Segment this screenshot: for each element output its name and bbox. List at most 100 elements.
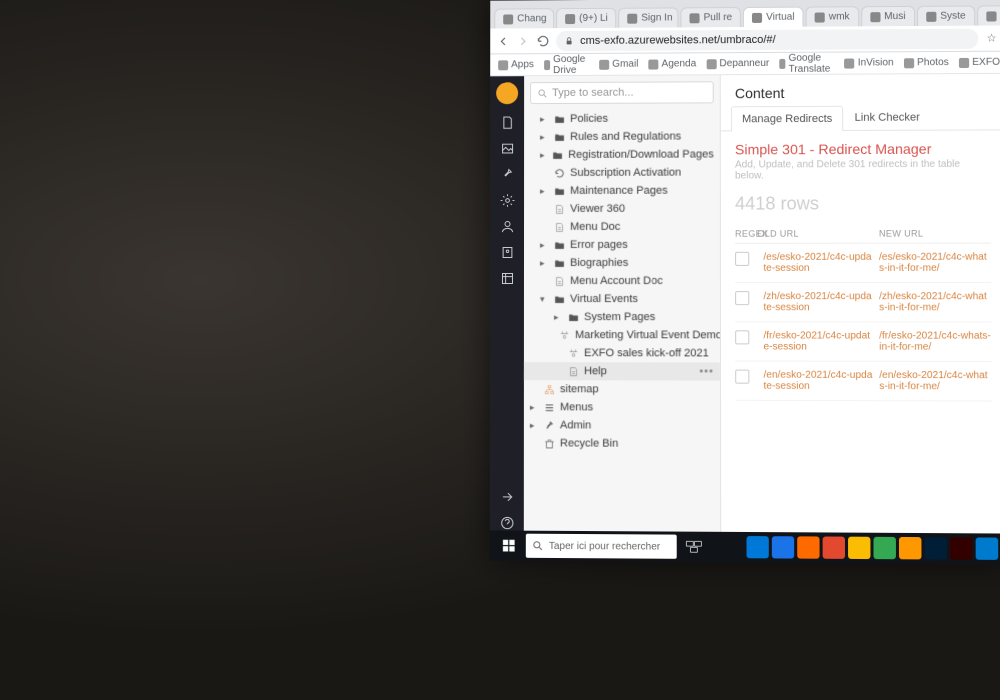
tree-node[interactable]: Subscription Activation: [524, 163, 720, 182]
caret-icon[interactable]: ▸: [530, 402, 538, 413]
laptop-screen: Chang(9+) LiSign InPull reVirtualwmkMusi…: [490, 0, 1000, 564]
tab-link-checker[interactable]: Link Checker: [843, 104, 931, 130]
settings-section-icon[interactable]: [499, 166, 515, 182]
taskbar-app-icon[interactable]: [924, 537, 947, 559]
browser-tab[interactable]: Chang: [494, 8, 554, 28]
bookmark-item[interactable]: EXFO: [959, 57, 1000, 68]
bookmark-item[interactable]: Google Translate: [779, 52, 834, 74]
browser-tab[interactable]: (9+) Li: [556, 8, 616, 28]
tab-manage-redirects[interactable]: Manage Redirects: [731, 106, 844, 132]
tree-node[interactable]: ▸Menus: [524, 398, 720, 417]
content-section-icon[interactable]: [499, 114, 515, 130]
tree-node[interactable]: sitemap: [524, 380, 720, 399]
members-section-icon[interactable]: [499, 244, 515, 260]
browser-tab[interactable]: Pull re: [680, 7, 740, 27]
bookmark-item[interactable]: Agenda: [648, 58, 696, 69]
back-icon[interactable]: [496, 34, 510, 48]
tree-node[interactable]: ▸Rules and Regulations: [524, 127, 720, 146]
developer-section-icon[interactable]: [499, 192, 515, 208]
tree-node[interactable]: ▸Policies: [524, 109, 720, 128]
tree-node[interactable]: ▸ System Pages: [524, 308, 720, 326]
tree-node[interactable]: EXFO sales kick-off 2021: [524, 344, 720, 362]
caret-icon[interactable]: ▸: [540, 149, 547, 160]
row-checkbox[interactable]: [735, 330, 749, 344]
tree-node[interactable]: Menu Account Doc: [524, 272, 720, 290]
taskbar-app-icon[interactable]: [797, 536, 819, 558]
folder-icon: [553, 131, 565, 143]
caret-icon[interactable]: ▾: [540, 294, 548, 305]
users-section-icon[interactable]: [499, 218, 515, 234]
event-icon: [567, 347, 579, 359]
tree-node-label: Admin: [560, 419, 591, 431]
caret-icon[interactable]: ▸: [540, 257, 548, 268]
taskbar-app-icon[interactable]: [950, 537, 973, 559]
row-checkbox[interactable]: [735, 370, 749, 384]
bookmark-item[interactable]: Gmail: [599, 59, 638, 70]
tree-node[interactable]: ▸Error pages: [524, 236, 720, 254]
content-subtabs: Manage Redirects Link Checker: [721, 104, 1000, 131]
tree-node[interactable]: Menu Doc: [524, 218, 720, 236]
table-row[interactable]: /en/esko-2021/c4c-update-session/en/esko…: [735, 362, 991, 402]
table-row[interactable]: /fr/esko-2021/c4c-update-session/fr/esko…: [735, 322, 991, 362]
taskbar-app-icon[interactable]: [976, 537, 999, 559]
caret-icon[interactable]: ▸: [540, 185, 548, 196]
caret-icon[interactable]: ▸: [554, 312, 562, 323]
taskbar-search[interactable]: Taper ici pour rechercher: [526, 534, 677, 559]
taskbar-app-icon[interactable]: [899, 537, 922, 559]
taskbar-app-icon[interactable]: [772, 536, 794, 558]
tree-node[interactable]: Help•••: [524, 362, 720, 381]
search-icon: [532, 540, 544, 552]
row-checkbox[interactable]: [735, 252, 749, 266]
tree-node-label: System Pages: [584, 311, 655, 323]
help-icon[interactable]: [499, 514, 515, 530]
star-icon[interactable]: ☆: [984, 31, 998, 45]
table-row[interactable]: /es/esko-2021/c4c-update-session/es/esko…: [735, 244, 991, 283]
forms-section-icon[interactable]: [499, 270, 515, 286]
task-view-icon[interactable]: [679, 532, 709, 562]
browser-tab[interactable]: Mor: [977, 5, 1000, 25]
row-checkbox[interactable]: [735, 291, 749, 305]
col-new-url: NEW URL: [879, 228, 991, 238]
content-pane: Content Manage Redirects Link Checker Si…: [721, 74, 1000, 534]
bookmark-item[interactable]: Photos: [904, 57, 949, 68]
forward-icon[interactable]: [516, 34, 530, 48]
tree-node[interactable]: Marketing Virtual Event Demo: [524, 326, 720, 344]
bookmark-item[interactable]: Depanneur: [706, 58, 769, 69]
browser-tab[interactable]: Musi: [861, 6, 915, 26]
caret-icon[interactable]: ▸: [530, 420, 538, 431]
tree-node[interactable]: ▸Biographies: [524, 254, 720, 272]
caret-icon[interactable]: ▸: [540, 131, 548, 142]
browser-tab[interactable]: wmk: [805, 6, 858, 26]
tree-node[interactable]: ▸Maintenance Pages: [524, 182, 720, 200]
tree-node[interactable]: ▸Registration/Download Pages: [524, 145, 720, 164]
search-input[interactable]: Type to search...: [530, 81, 714, 104]
tree-node[interactable]: ▸ Admin: [524, 416, 720, 435]
tree-node[interactable]: ▾Virtual Events: [524, 290, 720, 308]
tree-node-label: Menu Account Doc: [570, 275, 663, 287]
taskbar-app-icon[interactable]: [873, 537, 895, 559]
tree-node[interactable]: Recycle Bin: [524, 434, 720, 453]
start-button[interactable]: [494, 530, 524, 560]
caret-icon[interactable]: ▸: [540, 239, 548, 250]
caret-icon[interactable]: ▸: [540, 114, 548, 125]
browser-tab[interactable]: Syste: [917, 5, 975, 25]
bookmark-item[interactable]: Apps: [498, 59, 534, 70]
doc-icon: [553, 221, 565, 233]
bookmark-item[interactable]: InVision: [845, 57, 894, 68]
umbraco-logo-icon[interactable]: [496, 82, 518, 104]
tree-node[interactable]: Viewer 360: [524, 200, 720, 218]
more-icon[interactable]: •••: [699, 365, 714, 377]
bookmark-favicon-icon: [498, 60, 508, 70]
browser-tab[interactable]: Virtual: [743, 7, 804, 27]
bookmark-item[interactable]: Google Drive: [544, 53, 589, 75]
browser-tab[interactable]: Sign In: [618, 7, 678, 27]
favicon-icon: [870, 12, 880, 22]
expand-icon[interactable]: [499, 488, 515, 504]
taskbar-app-icon[interactable]: [746, 536, 768, 558]
table-row[interactable]: /zh/esko-2021/c4c-update-session/zh/esko…: [735, 283, 991, 322]
taskbar-app-icon[interactable]: [823, 536, 845, 558]
taskbar-app-icon[interactable]: [848, 537, 870, 559]
reload-icon[interactable]: [536, 34, 550, 48]
media-section-icon[interactable]: [499, 140, 515, 156]
omnibox[interactable]: cms-exfo.azurewebsites.net/umbraco/#/: [556, 28, 978, 50]
